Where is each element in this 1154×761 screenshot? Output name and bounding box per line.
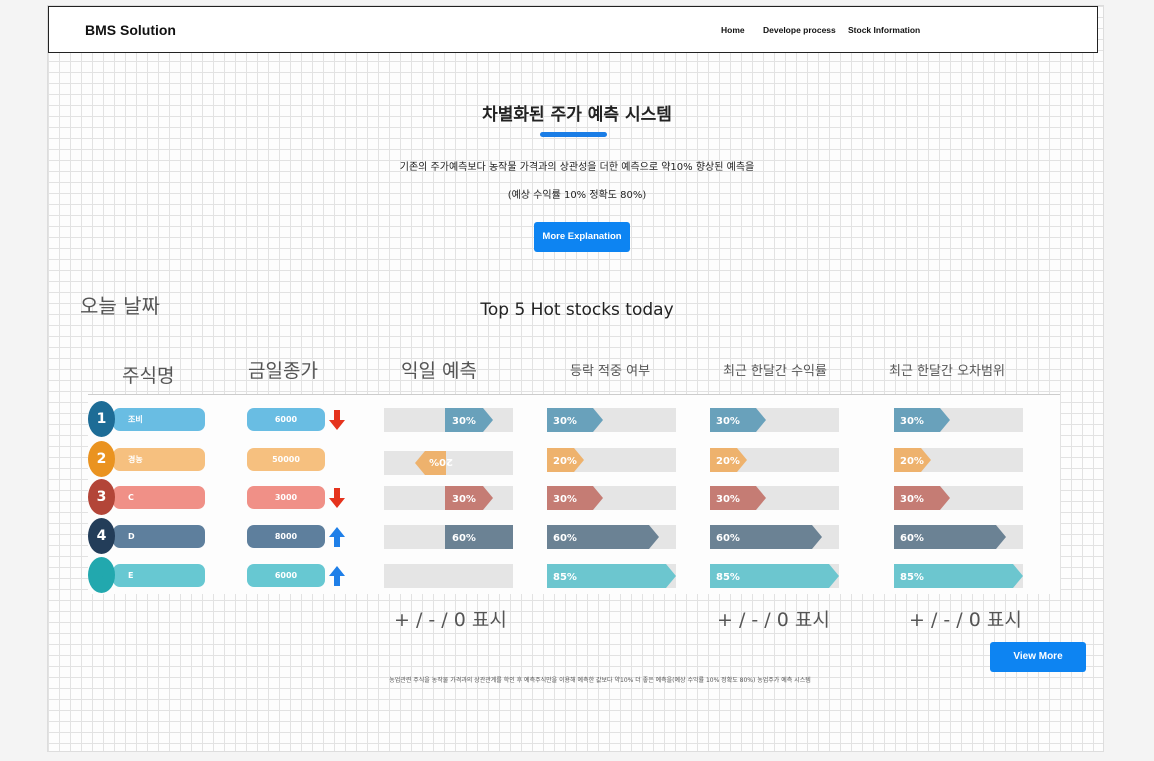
hit-bar: 20% (547, 448, 676, 472)
bar-value-label: 20% (553, 456, 577, 467)
closing-price: 6000 (247, 564, 325, 587)
view-more-button[interactable]: View More (990, 642, 1086, 672)
title-underline (540, 132, 607, 137)
error-range-bar: 30% (894, 486, 1023, 510)
monthly-return-bar: 60% (710, 525, 839, 549)
more-explanation-button[interactable]: More Explanation (534, 222, 630, 252)
nav-stock-information[interactable]: Stock Information (848, 25, 920, 35)
bar-value-label: 20% (429, 456, 453, 467)
forecast-bar: 20% (384, 451, 513, 475)
forecast-bar: 30% (384, 408, 513, 432)
table-divider (88, 394, 1060, 395)
stock-name-label: D (128, 532, 135, 541)
error-range-sign-note: + / - / 0 표시 (909, 609, 1022, 631)
stock-name-label: 경농 (128, 455, 143, 464)
bar-value-label: 30% (716, 494, 740, 505)
top5-title: Top 5 Hot stocks today (480, 300, 674, 320)
bar-value-label: 85% (900, 572, 924, 583)
bar-value-label: 30% (900, 494, 924, 505)
stock-name-pill[interactable] (113, 408, 205, 431)
forecast-bar (384, 564, 513, 588)
bar-value-label: 30% (553, 494, 577, 505)
bar-value-label: 20% (900, 456, 924, 467)
column-header-error-range: 최근 한달간 오차범위 (889, 364, 1005, 379)
forecast-bar: 30% (384, 486, 513, 510)
arrow-down-icon (329, 487, 345, 509)
footer-text: 농업관련 주식을 농작물 가격과의 상관관계를 학인 후 예측주식만을 이용해 … (389, 677, 811, 684)
stock-name-pill[interactable] (113, 525, 205, 548)
error-range-bar: 30% (894, 408, 1023, 432)
hit-bar: 30% (547, 408, 676, 432)
bar-value-label: 30% (452, 494, 476, 505)
monthly-return-bar: 30% (710, 408, 839, 432)
bar-value-label: 20% (716, 456, 740, 467)
bar-value-label: 30% (900, 416, 924, 427)
bar-track (384, 564, 513, 588)
monthly-return-sign-note: + / - / 0 표시 (717, 609, 830, 631)
closing-price: 8000 (247, 525, 325, 548)
bar-value-label: 85% (553, 572, 577, 583)
stock-name-label: 조비 (128, 415, 143, 424)
bar-value-label: 30% (452, 416, 476, 427)
stock-name-pill[interactable] (113, 486, 205, 509)
arrow-up-icon (329, 526, 345, 548)
arrow-up-icon (329, 565, 345, 587)
nav-develop-process[interactable]: Develope process (763, 25, 836, 35)
closing-price: 50000 (247, 448, 325, 471)
hero-subtitle: (예상 수익률 10% 정확도 80%) (507, 190, 647, 201)
hero-title: 차별화된 주가 예측 시스템 (482, 105, 672, 125)
stock-name-label: C (128, 493, 134, 502)
rank-badge: 5 (88, 557, 115, 593)
monthly-return-bar: 30% (710, 486, 839, 510)
hero-description: 기존의 주가예측보다 농작물 가격과의 상관성을 더한 예측으로 약10% 향상… (399, 162, 755, 173)
error-range-bar: 20% (894, 448, 1023, 472)
hit-bar: 30% (547, 486, 676, 510)
monthly-return-bar: 20% (710, 448, 839, 472)
stock-name-pill[interactable] (113, 564, 205, 587)
navbar: BMS Solution Home Develope process Stock… (48, 6, 1098, 53)
column-header-hit: 등락 적중 여부 (570, 364, 651, 379)
column-header-close: 금일종가 (248, 360, 318, 382)
forecast-sign-note: + / - / 0 표시 (394, 609, 507, 631)
error-range-bar: 60% (894, 525, 1023, 549)
arrow-down-icon (329, 409, 345, 431)
forecast-bar: 60% (384, 525, 513, 549)
hit-bar: 60% (547, 525, 676, 549)
rank-badge: 1 (88, 401, 115, 437)
bar-value-label: 60% (553, 533, 577, 544)
nav-home[interactable]: Home (721, 25, 745, 35)
rank-badge: 2 (88, 441, 115, 477)
column-header-monthly-return: 최근 한달간 수익률 (723, 364, 827, 379)
column-header-name: 주식명 (122, 365, 175, 387)
bar-value-label: 60% (900, 533, 924, 544)
column-header-forecast: 익일 예측 (401, 360, 477, 382)
bar-value-label: 60% (452, 533, 476, 544)
hit-bar: 85% (547, 564, 676, 588)
closing-price: 3000 (247, 486, 325, 509)
stock-name-pill[interactable] (113, 448, 205, 471)
bar-value-label: 85% (716, 572, 740, 583)
stock-name-label: E (128, 571, 134, 580)
brand-logo[interactable]: BMS Solution (85, 22, 176, 38)
bar-value-label: 30% (716, 416, 740, 427)
closing-price: 6000 (247, 408, 325, 431)
bar-value-label: 30% (553, 416, 577, 427)
error-range-bar: 85% (894, 564, 1023, 588)
monthly-return-bar: 85% (710, 564, 839, 588)
bar-value-label: 60% (716, 533, 740, 544)
rank-badge: 3 (88, 479, 115, 515)
rank-badge: 4 (88, 518, 115, 554)
